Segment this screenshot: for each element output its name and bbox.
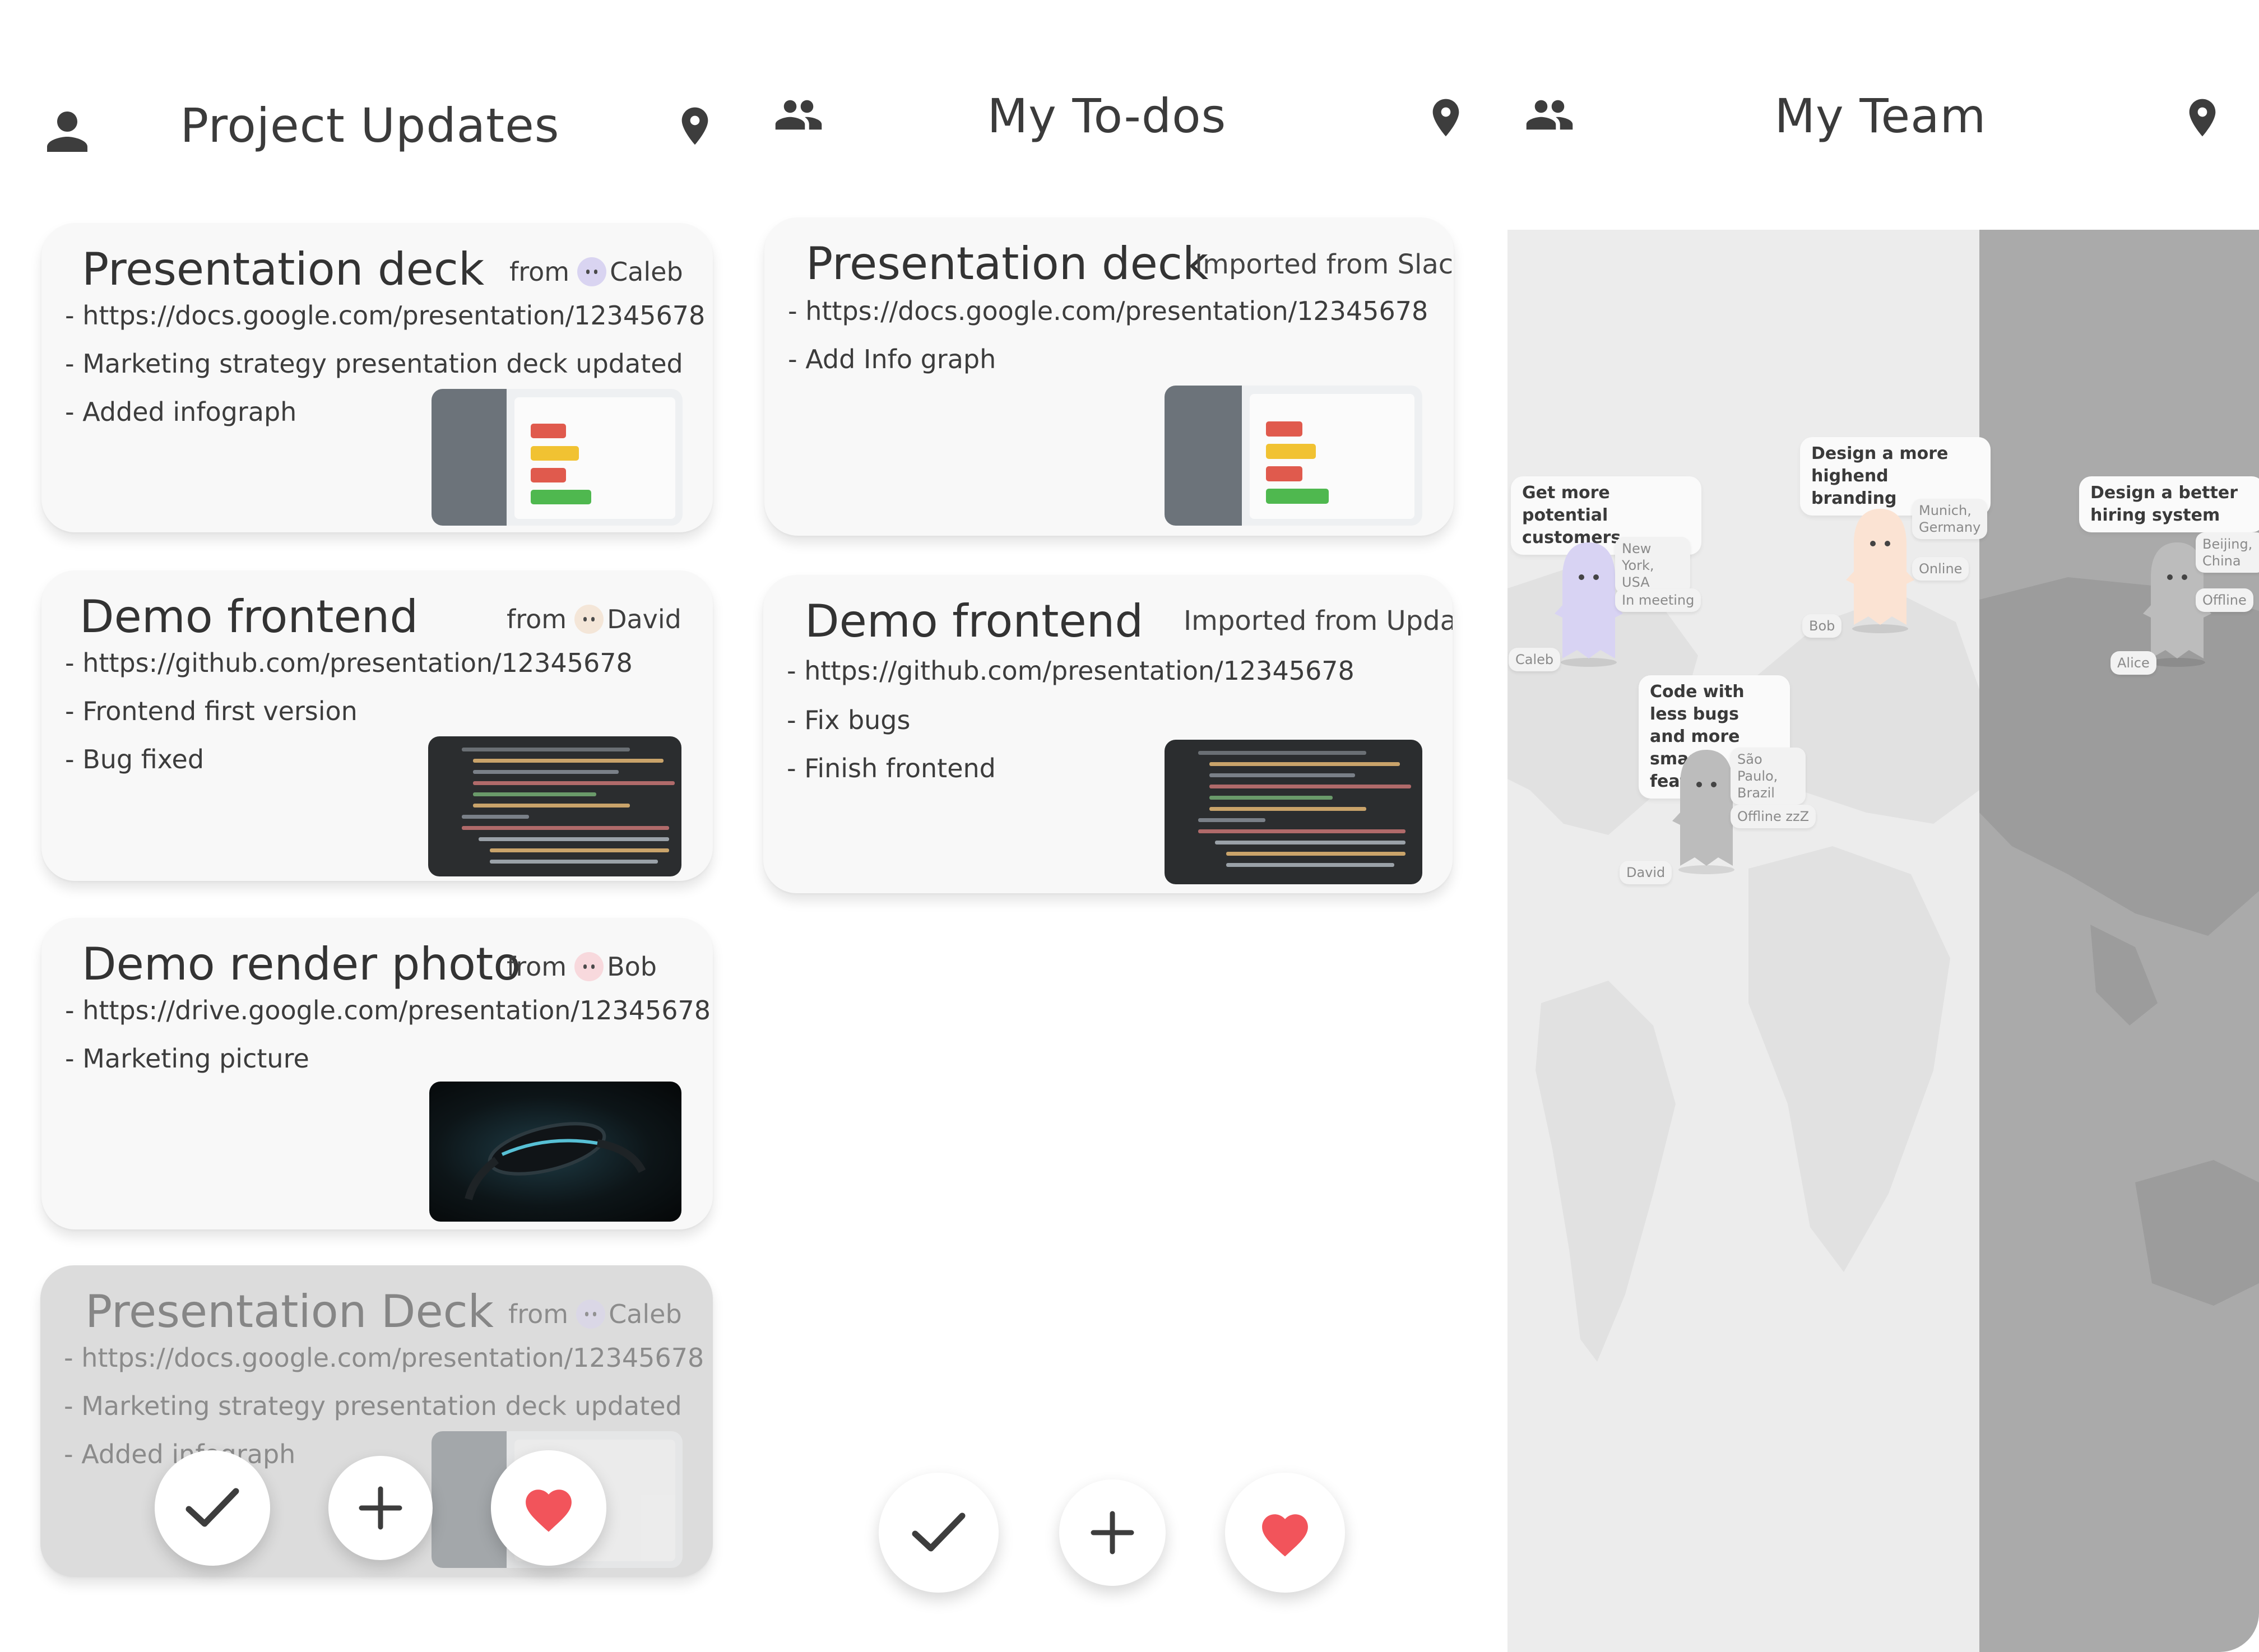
member-name-chip[interactable]: Caleb bbox=[1509, 648, 1561, 671]
card-link[interactable]: - https://drive.google.com/presentation/… bbox=[65, 995, 711, 1025]
team-world-map[interactable]: Get more potential customers Design a mo… bbox=[1507, 230, 2259, 1652]
add-button[interactable] bbox=[328, 1456, 433, 1560]
heart-icon bbox=[526, 1489, 572, 1532]
card-link[interactable]: - https://github.com/presentation/123456… bbox=[787, 656, 1355, 686]
card-sender[interactable]: from Caleb bbox=[508, 1299, 682, 1329]
import-source: Imported from Slack bbox=[1195, 249, 1454, 280]
status-chip: Online bbox=[1912, 557, 1969, 581]
status-chip: Offline bbox=[2196, 588, 2253, 612]
card-sender[interactable]: from Bob bbox=[507, 952, 657, 982]
location-chip: Beijing, China bbox=[2196, 532, 2259, 573]
location-pin-icon[interactable] bbox=[2172, 87, 2233, 149]
card-title: Presentation deck bbox=[82, 243, 485, 295]
caleb-avatar[interactable] bbox=[1552, 538, 1625, 667]
card-line: - Added infograph bbox=[65, 397, 297, 427]
my-todos-panel: My To-dos Presentation deck Imported fro… bbox=[734, 0, 1479, 1652]
status-chip: In meeting bbox=[1615, 588, 1701, 612]
like-button[interactable] bbox=[491, 1450, 606, 1566]
card-line: - Marketing strategy presentation deck u… bbox=[65, 349, 683, 379]
avatar bbox=[574, 605, 604, 634]
todo-card[interactable]: Demo frontend Imported from Update - htt… bbox=[763, 575, 1453, 893]
update-card[interactable]: Presentation deck from Caleb - https://d… bbox=[41, 223, 713, 532]
bob-avatar[interactable] bbox=[1844, 504, 1917, 633]
card-line: - Bug fixed bbox=[65, 744, 205, 774]
add-button[interactable] bbox=[1059, 1479, 1166, 1586]
from-label: from bbox=[508, 1299, 569, 1329]
check-icon bbox=[185, 1488, 239, 1527]
card-line: - Finish frontend bbox=[787, 753, 996, 783]
card-title: Demo render photo bbox=[82, 938, 521, 990]
location-pin-icon[interactable] bbox=[1415, 87, 1477, 149]
sender-name: David bbox=[607, 604, 681, 634]
member-name-chip[interactable]: Bob bbox=[1802, 614, 1842, 638]
card-line: - Fix bugs bbox=[787, 705, 911, 735]
card-title: Demo frontend bbox=[80, 591, 419, 643]
location-pin-icon[interactable] bbox=[664, 95, 726, 157]
project-updates-panel: Project Updates Presentation deck from C… bbox=[0, 0, 729, 1652]
complete-button[interactable] bbox=[155, 1450, 270, 1566]
todo-card[interactable]: Presentation deck Imported from Slack - … bbox=[764, 217, 1454, 536]
from-label: from bbox=[507, 604, 567, 634]
avatar bbox=[577, 257, 607, 286]
update-card[interactable]: Demo frontend from David - https://githu… bbox=[41, 570, 713, 881]
location-chip: New York, USA bbox=[1615, 537, 1690, 594]
import-source: Imported from Update bbox=[1184, 605, 1453, 637]
card-line: - Marketing strategy presentation deck u… bbox=[64, 1391, 682, 1421]
card-line: - Frontend first version bbox=[65, 696, 358, 726]
presentation-thumbnail[interactable] bbox=[1165, 386, 1422, 526]
card-sender[interactable]: from David bbox=[507, 604, 681, 634]
from-label: from bbox=[509, 257, 570, 287]
presentation-thumbnail[interactable] bbox=[432, 389, 683, 526]
page-title: My To-dos bbox=[987, 89, 1227, 143]
sender-name: Bob bbox=[607, 952, 657, 982]
page-title: My Team bbox=[1774, 89, 1987, 143]
page-title: Project Updates bbox=[180, 98, 560, 153]
from-label: from bbox=[507, 952, 567, 982]
member-name-chip[interactable]: David bbox=[1620, 861, 1672, 884]
card-title: Presentation Deck bbox=[85, 1286, 494, 1338]
code-thumbnail[interactable] bbox=[428, 736, 681, 876]
member-name-chip[interactable]: Alice bbox=[2110, 651, 2156, 675]
goal-bubble[interactable]: Design a better hiring system bbox=[2079, 476, 2259, 532]
card-line: - Marketing picture bbox=[65, 1043, 309, 1074]
location-chip: São Paulo, Brazil bbox=[1731, 748, 1806, 805]
card-title: Demo frontend bbox=[805, 595, 1144, 647]
card-link[interactable]: - https://docs.google.com/presentation/1… bbox=[788, 296, 1428, 326]
like-button[interactable] bbox=[1225, 1473, 1345, 1593]
avatar bbox=[574, 952, 604, 981]
card-link[interactable]: - https://docs.google.com/presentation/1… bbox=[65, 300, 705, 331]
my-team-panel: My Team Get more potential customers Des… bbox=[1491, 0, 2259, 1652]
location-chip: Munich, Germany bbox=[1912, 499, 1987, 539]
status-chip: Offline zzZ bbox=[1731, 805, 1816, 828]
check-icon bbox=[912, 1512, 966, 1552]
card-link[interactable]: - https://github.com/presentation/123456… bbox=[65, 648, 633, 678]
heart-icon bbox=[1262, 1514, 1308, 1557]
card-title: Presentation deck bbox=[806, 238, 1209, 290]
sender-name: Caleb bbox=[609, 1299, 682, 1329]
avatar bbox=[576, 1300, 606, 1329]
card-link[interactable]: - https://docs.google.com/presentation/1… bbox=[64, 1343, 704, 1373]
card-line: - Add Info graph bbox=[788, 344, 996, 374]
code-thumbnail[interactable] bbox=[1165, 740, 1422, 884]
plus-icon bbox=[359, 1486, 402, 1530]
plus-icon bbox=[1091, 1511, 1134, 1554]
card-sender[interactable]: from Caleb bbox=[509, 257, 683, 287]
update-card[interactable]: Demo render photo from Bob - https://dri… bbox=[41, 918, 713, 1229]
render-photo-thumbnail[interactable] bbox=[429, 1082, 681, 1222]
sender-name: Caleb bbox=[610, 257, 683, 287]
complete-button[interactable] bbox=[879, 1473, 999, 1593]
